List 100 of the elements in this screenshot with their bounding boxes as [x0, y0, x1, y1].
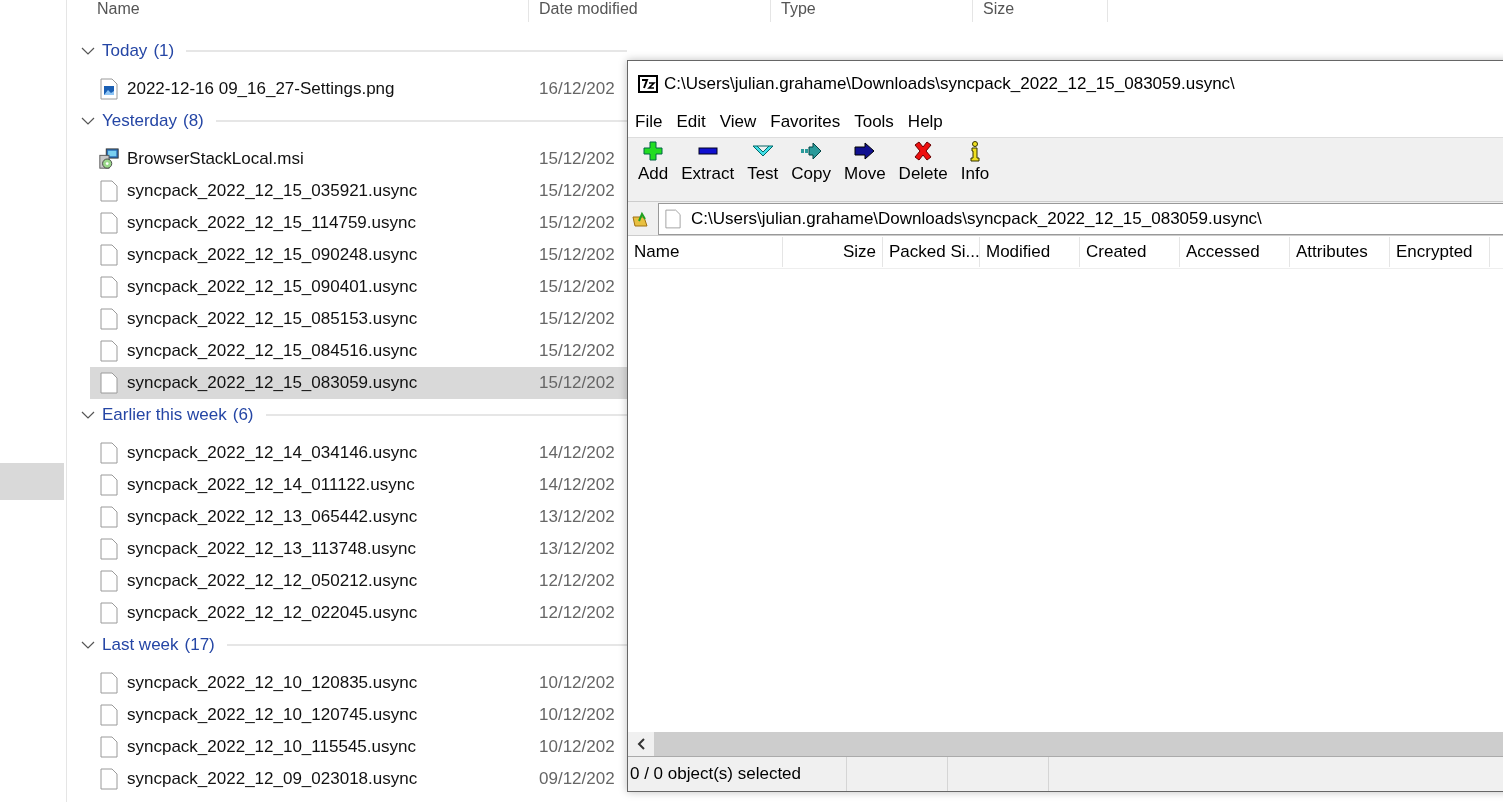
file-name: BrowserStackLocal.msi — [127, 149, 305, 169]
scroll-left-icon[interactable] — [628, 732, 654, 756]
menu-item[interactable]: Tools — [854, 112, 894, 132]
file-row[interactable]: syncpack_2022_12_14_034146.usync 14/12/202 — [90, 437, 627, 469]
group-label[interactable]: Earlier this week — [102, 405, 227, 425]
add-icon — [641, 140, 666, 162]
file-row[interactable]: syncpack_2022_12_15_083059.usync 15/12/202 — [90, 367, 627, 399]
file-icon — [98, 340, 120, 362]
file-date: 12/12/202 — [539, 571, 615, 591]
file-name: syncpack_2022_12_15_035921.usync — [127, 181, 419, 201]
file-row[interactable]: syncpack_2022_12_12_050212.usync 12/12/202 — [90, 565, 627, 597]
file-date: 10/12/202 — [539, 705, 615, 725]
file-row[interactable]: syncpack_2022_12_15_084516.usync 15/12/202 — [90, 335, 627, 367]
file-icon — [98, 768, 120, 790]
file-icon — [98, 372, 120, 394]
file-row[interactable]: syncpack_2022_12_15_035921.usync 15/12/202 — [90, 175, 627, 207]
file-date: 14/12/202 — [539, 475, 615, 495]
folder-up-icon[interactable] — [632, 210, 648, 227]
toolbar-button[interactable]: Test — [743, 140, 783, 184]
file-row[interactable]: syncpack_2022_12_14_011122.usync 14/12/202 — [90, 469, 627, 501]
file-date: 10/12/202 — [539, 737, 615, 757]
file-date: 14/12/202 — [539, 443, 615, 463]
file-name: syncpack_2022_12_10_120835.usync — [127, 673, 419, 693]
file-date: 10/12/202 — [539, 673, 615, 693]
column-header[interactable]: Name — [628, 237, 783, 267]
file-icon — [98, 506, 120, 528]
column-header[interactable]: Attributes — [1290, 237, 1390, 267]
address-field[interactable]: C:\Users\julian.grahame\Downloads\syncpack_2022_12_15_083059.usync\ — [658, 202, 1503, 235]
group-count: (6) — [232, 405, 254, 425]
app-logo-icon — [638, 75, 658, 93]
file-date: 15/12/202 — [539, 149, 615, 169]
file-icon — [98, 602, 120, 624]
file-row[interactable]: BrowserStackLocal.msi 15/12/202 — [90, 143, 627, 175]
file-row[interactable]: syncpack_2022_12_15_090248.usync 15/12/202 — [90, 239, 627, 271]
file-name: syncpack_2022_12_13_065442.usync — [127, 507, 419, 527]
toolbar-button[interactable]: Move — [840, 140, 890, 184]
horizontal-scrollbar[interactable] — [628, 732, 1503, 756]
file-date: 15/12/202 — [539, 213, 615, 233]
toolbar-button[interactable]: Add — [634, 140, 673, 184]
file-date: 15/12/202 — [539, 309, 615, 329]
file-date: 15/12/202 — [539, 277, 615, 297]
menu-item[interactable]: View — [719, 112, 757, 132]
toolbar-button[interactable]: Extract — [677, 140, 739, 184]
file-name: syncpack_2022_12_12_022045.usync — [127, 603, 419, 623]
column-header[interactable]: Size — [783, 237, 883, 267]
file-date: 15/12/202 — [539, 245, 615, 265]
group-label[interactable]: Yesterday — [102, 111, 177, 131]
group-count: (8) — [183, 111, 204, 131]
file-row[interactable]: syncpack_2022_12_15_090401.usync 15/12/202 — [90, 271, 627, 303]
column-header[interactable]: Created — [1080, 237, 1180, 267]
file-name: syncpack_2022_12_12_050212.usync — [127, 571, 419, 591]
file-date: 15/12/202 — [539, 181, 615, 201]
file-icon — [98, 442, 120, 464]
file-row[interactable]: syncpack_2022_12_10_115545.usync 10/12/202 — [90, 731, 627, 763]
column-header[interactable]: Type — [771, 0, 973, 22]
column-header[interactable]: Name — [87, 0, 529, 22]
toolbar-button[interactable]: Info — [956, 140, 994, 184]
group-label[interactable]: Today — [102, 41, 148, 61]
toolbar-button[interactable]: Copy — [787, 140, 836, 184]
column-header[interactable]: Modified — [980, 237, 1080, 267]
file-name: syncpack_2022_12_15_083059.usync — [127, 373, 419, 393]
file-row[interactable]: syncpack_2022_12_13_065442.usync 13/12/202 — [90, 501, 627, 533]
window-title: C:\Users\julian.grahame\Downloads\syncpack_2022_12_15_083059.usync\ — [664, 74, 1235, 94]
toolbar-button[interactable]: Delete — [894, 140, 952, 184]
file-row[interactable]: syncpack_2022_12_10_120835.usync 10/12/202 — [90, 667, 627, 699]
group-count: (17) — [184, 635, 215, 655]
file-name: syncpack_2022_12_13_113748.usync — [127, 539, 417, 559]
move-icon — [852, 140, 877, 162]
column-header[interactable]: Accessed — [1180, 237, 1290, 267]
column-header[interactable]: Size — [973, 0, 1108, 22]
menu-item[interactable]: Favorites — [770, 112, 841, 132]
file-name: syncpack_2022_12_14_011122.usync — [127, 475, 416, 495]
group-label[interactable]: Last week — [102, 635, 179, 655]
file-name: 2022-12-16 09_16_27-Settings.png — [127, 79, 396, 99]
file-date: 13/12/202 — [539, 507, 615, 527]
file-row[interactable]: syncpack_2022_12_15_114759.usync 15/12/202 — [90, 207, 627, 239]
file-icon — [98, 180, 120, 202]
column-header[interactable]: Packed Si... — [883, 237, 980, 267]
status-text: 0 / 0 object(s) selected — [629, 764, 803, 784]
group-count: (1) — [153, 41, 175, 61]
column-header[interactable]: Date modified — [529, 0, 771, 22]
menu-item[interactable]: Edit — [676, 112, 706, 132]
menu-item[interactable]: File — [635, 112, 663, 132]
file-icon — [98, 276, 120, 298]
file-row[interactable]: 2022-12-16 09_16_27-Settings.png 16/12/202 — [90, 73, 627, 105]
file-icon — [98, 244, 120, 266]
file-icon — [665, 208, 681, 229]
file-name: syncpack_2022_12_10_120745.usync — [127, 705, 419, 725]
file-row[interactable]: syncpack_2022_12_10_120745.usync 10/12/202 — [90, 699, 627, 731]
file-row[interactable]: syncpack_2022_12_12_022045.usync 12/12/202 — [90, 597, 627, 629]
column-header[interactable]: Encrypted — [1390, 237, 1490, 267]
file-row[interactable]: syncpack_2022_12_13_113748.usync 13/12/202 — [90, 533, 627, 565]
file-name: syncpack_2022_12_09_023018.usync — [127, 769, 419, 789]
file-name: syncpack_2022_12_14_034146.usync — [127, 443, 419, 463]
file-date: 13/12/202 — [539, 539, 615, 559]
file-date: 15/12/202 — [539, 341, 615, 361]
file-row[interactable]: syncpack_2022_12_09_023018.usync 09/12/202 — [90, 763, 627, 795]
menu-item[interactable]: Help — [907, 112, 943, 132]
file-icon — [98, 474, 120, 496]
file-row[interactable]: syncpack_2022_12_15_085153.usync 15/12/202 — [90, 303, 627, 335]
